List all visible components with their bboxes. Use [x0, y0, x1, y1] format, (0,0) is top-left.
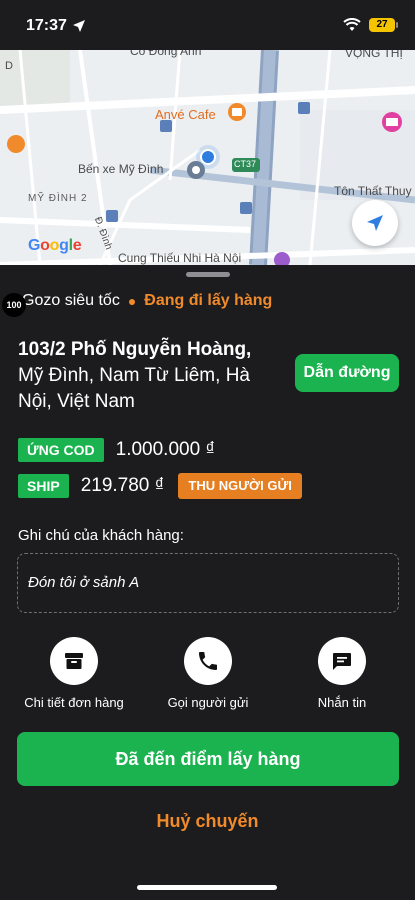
map-label-ct37: CT37	[234, 159, 257, 169]
customer-note-box: Đón tôi ở sảnh A	[17, 553, 399, 613]
map-label-top: Cổ Đống Anh	[130, 50, 202, 58]
sheet-drag-handle[interactable]	[186, 272, 230, 277]
customer-note-text: Đón tôi ở sảnh A	[28, 574, 140, 591]
ship-tag: SHIP	[18, 474, 69, 498]
status-bar: 17:37 27	[0, 0, 415, 50]
pickup-address: 103/2 Phố Nguyễn Hoàng, Mỹ Đình, Nam Từ …	[18, 337, 288, 415]
map-view[interactable]: Cổ Đống Anh VỌNG THỊ Anvé Cafe Bến xe Mỹ…	[0, 50, 415, 265]
home-indicator[interactable]	[137, 885, 277, 890]
cod-amount: 1.000.000 ₫	[115, 439, 216, 460]
arrived-pickup-button[interactable]: Đã đến điểm lấy hàng	[17, 732, 399, 786]
separator-dot: ●	[127, 293, 137, 309]
map-label-theater: Cung Thiếu Nhi Hà Nội	[118, 251, 242, 265]
wifi-icon	[343, 18, 361, 31]
order-details-action[interactable]: Chi tiết đơn hàng	[14, 637, 134, 710]
order-details-label: Chi tiết đơn hàng	[24, 695, 124, 710]
map-label-road: Tôn Thất Thuy	[334, 184, 412, 198]
map-label-anve-cafe: Anvé Cafe	[155, 107, 216, 122]
navigation-arrow-icon	[367, 215, 383, 231]
service-status-row: Gozo siêu tốc ● Đang đi lấy hàng	[22, 292, 272, 310]
call-sender-button[interactable]	[184, 637, 232, 685]
order-details-button[interactable]	[50, 637, 98, 685]
battery-indicator: 27	[369, 18, 398, 32]
customer-note-label: Ghi chú của khách hàng:	[18, 527, 184, 544]
debug-badge: 100	[2, 293, 26, 317]
google-logo: Google	[28, 237, 82, 254]
phone-icon	[199, 652, 217, 670]
cod-row: ỨNG COD 1.000.000 ₫	[18, 438, 215, 462]
cancel-trip-button[interactable]: Huỷ chuyến	[0, 811, 415, 832]
map-label-top-right: VỌNG THỊ	[345, 50, 403, 60]
map-label-bus-station: Bến xe Mỹ Đình	[78, 162, 164, 176]
message-button[interactable]	[318, 637, 366, 685]
status-time: 17:37	[26, 17, 67, 34]
service-name: Gozo siêu tốc	[22, 292, 120, 309]
address-area: Mỹ Đình, Nam Từ Liêm, Hà Nội, Việt Nam	[18, 365, 250, 412]
chat-icon	[333, 653, 351, 670]
call-sender-label: Gọi người gửi	[167, 695, 249, 710]
map-label-my-dinh-2: MỸ ĐÌNH 2	[28, 193, 88, 204]
directions-button[interactable]: Dẫn đường	[295, 354, 399, 392]
archive-box-icon	[65, 653, 83, 669]
location-arrow-icon	[73, 20, 85, 32]
trip-status: Đang đi lấy hàng	[144, 292, 273, 309]
message-action[interactable]: Nhắn tin	[282, 637, 402, 710]
my-location-button[interactable]	[352, 200, 398, 246]
order-bottom-sheet: Gozo siêu tốc ● Đang đi lấy hàng 103/2 P…	[0, 265, 415, 900]
ship-amount: 219.780 ₫	[80, 475, 165, 496]
map-roads	[0, 50, 415, 265]
collect-from-sender-tag: THU NGƯỜI GỬI	[178, 473, 302, 499]
address-street: 103/2 Phố Nguyễn Hoàng,	[18, 339, 252, 360]
map-label-side: D	[5, 60, 13, 72]
ship-row: SHIP 219.780 ₫ THU NGƯỜI GỬI	[18, 473, 302, 499]
cod-tag: ỨNG COD	[18, 438, 104, 462]
action-bar: Chi tiết đơn hàng Gọi người gửi Nhắn tin	[0, 637, 415, 710]
message-label: Nhắn tin	[317, 695, 367, 710]
call-sender-action[interactable]: Gọi người gửi	[148, 637, 268, 710]
